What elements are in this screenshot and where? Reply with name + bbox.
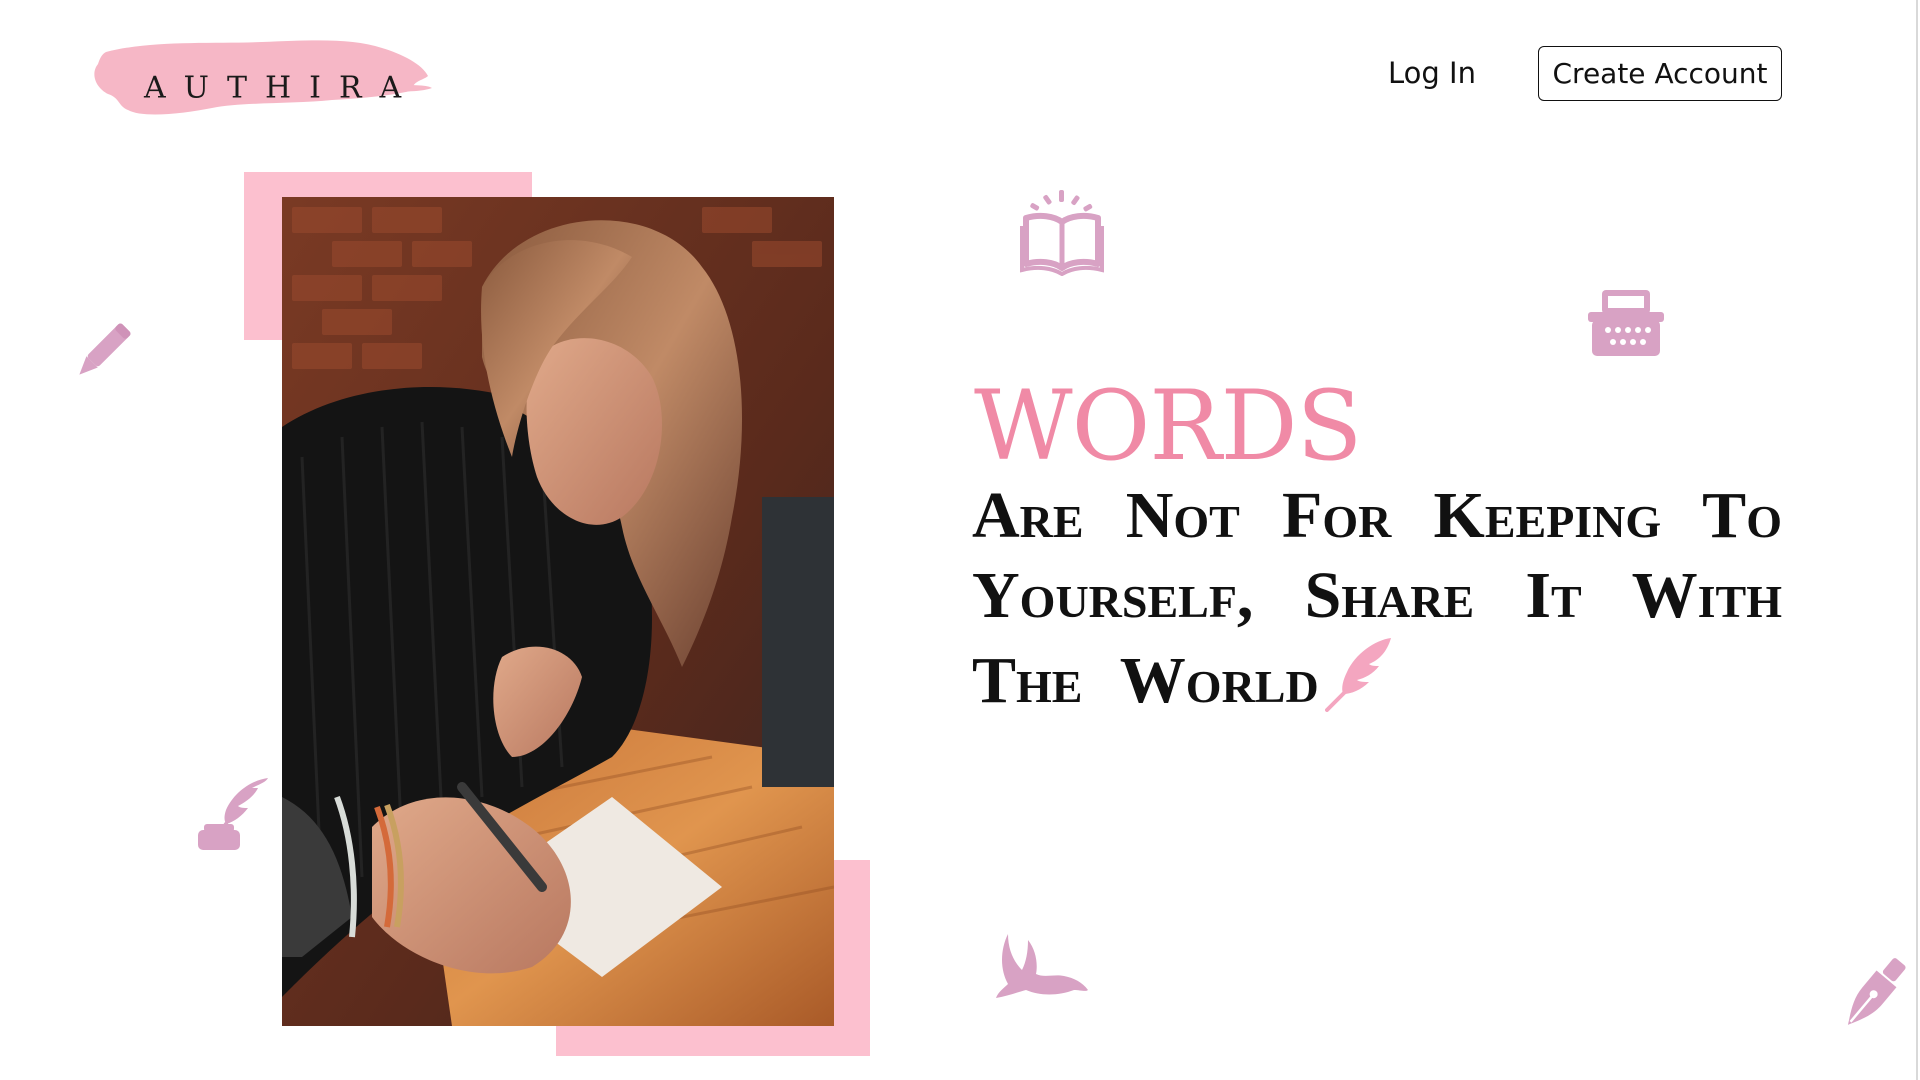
create-account-button[interactable]: Create Account xyxy=(1538,46,1782,101)
headline-subtitle: Are Not For Keeping To Yourself, Share I… xyxy=(972,476,1782,721)
logo-text: AUTHIRA xyxy=(144,70,420,106)
quill-icon xyxy=(1324,636,1397,712)
scrollbar[interactable] xyxy=(1916,0,1918,1080)
open-book-icon xyxy=(1018,188,1106,281)
hero-photo xyxy=(282,197,834,1026)
landing-page: AUTHIRA Log In Create Account WORDS Are … xyxy=(0,0,1920,1080)
bird-icon xyxy=(994,930,1090,1007)
woman-writing-photo xyxy=(282,197,834,1026)
inkwell-quill-icon xyxy=(196,776,272,857)
login-link[interactable]: Log In xyxy=(1388,56,1476,90)
brand-logo[interactable]: AUTHIRA xyxy=(92,34,432,128)
headline-words: WORDS xyxy=(974,370,1362,482)
fountain-pen-icon xyxy=(1838,956,1908,1039)
pencil-icon xyxy=(64,314,140,395)
typewriter-icon xyxy=(1586,288,1666,363)
